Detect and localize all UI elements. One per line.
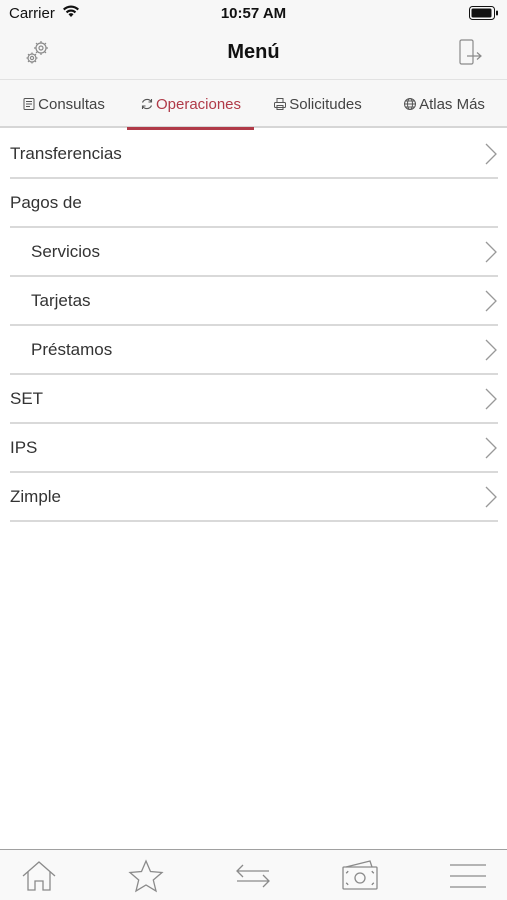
bottom-tab-bar bbox=[0, 849, 507, 900]
menu-item-label: SET bbox=[10, 389, 44, 408]
hamburger-menu-icon[interactable] bbox=[448, 856, 488, 896]
printer-icon bbox=[274, 98, 287, 110]
document-icon bbox=[23, 98, 35, 110]
menu-item-set[interactable]: SET bbox=[10, 375, 498, 424]
section-label: Pagos de bbox=[10, 193, 82, 212]
tab-consultas-label: Consultas bbox=[38, 95, 105, 113]
menu-item-label: Tarjetas bbox=[31, 291, 91, 310]
menu-item-prestamos[interactable]: Préstamos bbox=[10, 326, 498, 375]
chevron-right-icon bbox=[484, 290, 498, 317]
menu-item-label: IPS bbox=[10, 438, 38, 457]
logout-icon[interactable] bbox=[455, 37, 485, 69]
tab-solicitudes[interactable]: Solicitudes bbox=[254, 80, 381, 128]
status-time: 10:57 AM bbox=[220, 5, 287, 22]
globe-icon bbox=[404, 98, 417, 110]
menu-item-label: Zimple bbox=[10, 487, 62, 506]
chevron-right-icon bbox=[484, 143, 498, 170]
chevron-right-icon bbox=[484, 437, 498, 464]
money-icon[interactable] bbox=[340, 856, 380, 896]
menu-section-pagos-de: Pagos de bbox=[10, 179, 498, 228]
tab-atlas-mas-label: Atlas Más bbox=[419, 95, 485, 113]
tab-operaciones[interactable]: Operaciones bbox=[127, 80, 254, 130]
menu-item-servicios[interactable]: Servicios bbox=[10, 228, 498, 277]
navigation-bar: Menú bbox=[0, 28, 507, 80]
chevron-right-icon bbox=[484, 339, 498, 366]
chevron-right-icon bbox=[484, 241, 498, 268]
tab-atlas-mas[interactable]: Atlas Más bbox=[381, 80, 507, 128]
menu-item-label: Préstamos bbox=[31, 340, 113, 359]
refresh-icon bbox=[141, 98, 153, 110]
star-icon[interactable] bbox=[126, 856, 166, 896]
transfer-arrows-icon[interactable] bbox=[233, 856, 273, 896]
menu-item-label: Transferencias bbox=[10, 144, 122, 163]
battery-icon bbox=[469, 6, 499, 25]
status-bar: Carrier 10:57 AM bbox=[0, 0, 507, 28]
menu-item-tarjetas[interactable]: Tarjetas bbox=[10, 277, 498, 326]
tab-consultas[interactable]: Consultas bbox=[0, 80, 127, 128]
page-title: Menú bbox=[227, 41, 280, 63]
chevron-right-icon bbox=[484, 388, 498, 415]
menu-item-label: Servicios bbox=[31, 242, 100, 261]
menu-item-transferencias[interactable]: Transferencias bbox=[10, 130, 498, 179]
tab-solicitudes-label: Solicitudes bbox=[289, 95, 362, 113]
menu-item-ips[interactable]: IPS bbox=[10, 424, 498, 473]
operations-menu-list: Transferencias Pagos de Servicios Tarjet… bbox=[0, 130, 507, 522]
menu-item-zimple[interactable]: Zimple bbox=[10, 473, 498, 522]
segment-tabs: Consultas Operaciones Solicitudes Atlas … bbox=[0, 80, 507, 130]
tab-operaciones-label: Operaciones bbox=[155, 95, 242, 113]
home-icon[interactable] bbox=[19, 856, 59, 896]
chevron-right-icon bbox=[484, 486, 498, 513]
